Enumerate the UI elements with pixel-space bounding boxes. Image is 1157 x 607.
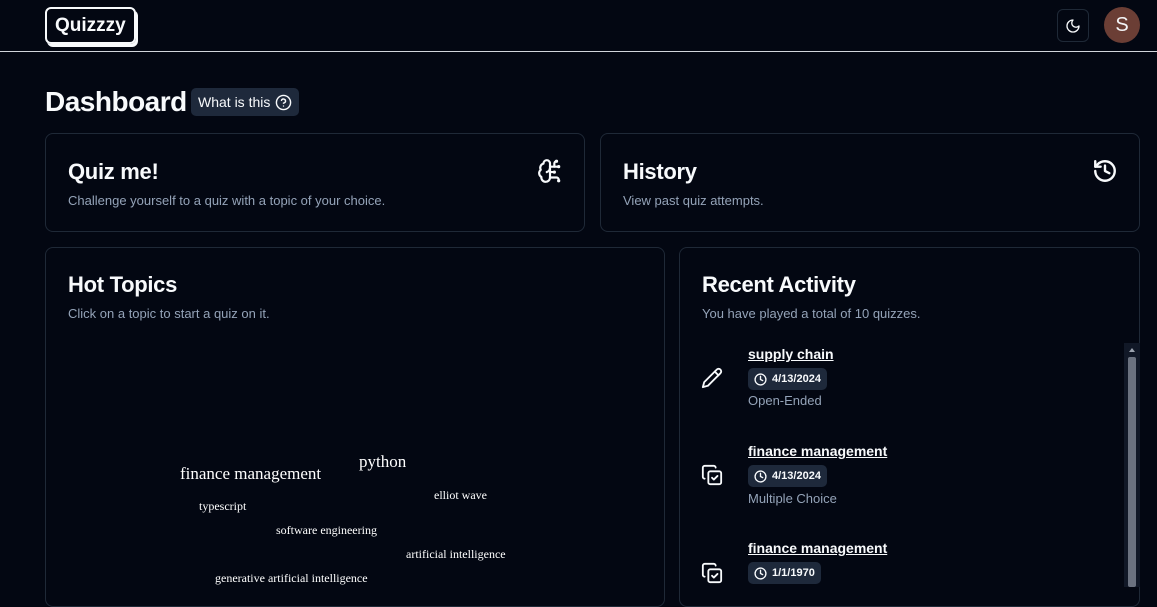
activity-topic-link[interactable]: finance management [748,443,887,459]
recent-activity-subtitle: You have played a total of 10 quizzes. [702,306,921,321]
activity-type: Multiple Choice [748,491,837,506]
topic-word-generative-ai[interactable]: generative artificial intelligence [215,571,368,586]
topic-word-typescript[interactable]: typescript [199,499,246,514]
clock-icon [754,469,767,483]
topic-word-elliot-wave[interactable]: elliot wave [434,488,487,503]
quiz-me-title: Quiz me! [68,159,159,184]
activity-topic-link[interactable]: finance management [748,540,887,556]
help-circle-icon [276,94,292,110]
copy-check-icon [701,562,723,584]
topic-word-finance-management[interactable]: finance management [180,464,321,484]
moon-icon [1066,18,1080,33]
copy-check-icon [701,464,723,486]
brain-circuit-icon [538,159,561,183]
activity-item: finance management 4/13/2024 Multiple Ch… [680,443,1120,513]
recent-activity-title: Recent Activity [702,272,856,297]
user-avatar[interactable]: S [1104,7,1140,43]
activity-date: 4/13/2024 [772,373,821,385]
activity-topic-link[interactable]: supply chain [748,346,834,362]
activity-date: 1/1/1970 [772,567,815,579]
quiz-me-subtitle: Challenge yourself to a quiz with a topi… [68,193,386,208]
history-card[interactable]: History View past quiz attempts. [600,133,1140,232]
activity-item: supply chain 4/13/2024 Open-Ended [680,346,1120,416]
activity-date-badge: 4/13/2024 [748,465,827,487]
hot-topics-subtitle: Click on a topic to start a quiz on it. [68,306,270,321]
hot-topics-card: Hot Topics Click on a topic to start a q… [45,247,665,607]
topic-word-software-engineering[interactable]: software engineering [276,523,377,538]
what-is-this-label: What is this [198,94,271,110]
topic-word-artificial-intelligence[interactable]: artificial intelligence [406,547,506,562]
history-subtitle: View past quiz attempts. [623,193,764,208]
topic-word-python[interactable]: python [359,452,406,472]
quiz-me-card[interactable]: Quiz me! Challenge yourself to a quiz wi… [45,133,585,232]
activity-type: Open-Ended [748,393,822,408]
top-navbar: Quizzzy S [0,0,1157,52]
activity-date-badge: 1/1/1970 [748,562,821,584]
quizzzy-logo[interactable]: Quizzzy [45,7,136,44]
recent-activity-card: Recent Activity You have played a total … [679,247,1140,607]
activity-date-badge: 4/13/2024 [748,368,827,390]
activity-item: finance management 1/1/1970 [680,540,1120,606]
hot-topics-title: Hot Topics [68,272,178,297]
page-title: Dashboard [45,86,187,117]
history-title: History [623,159,697,184]
what-is-this-button[interactable]: What is this [191,88,300,116]
activity-scrollbar-thumb[interactable] [1128,357,1136,587]
clock-icon [754,372,767,386]
history-icon [1094,160,1116,182]
pencil-icon [701,367,723,389]
theme-toggle-button[interactable] [1057,9,1089,42]
clock-icon [754,566,767,580]
activity-date: 4/13/2024 [772,470,821,482]
scroll-up-arrow-icon[interactable] [1127,345,1137,355]
